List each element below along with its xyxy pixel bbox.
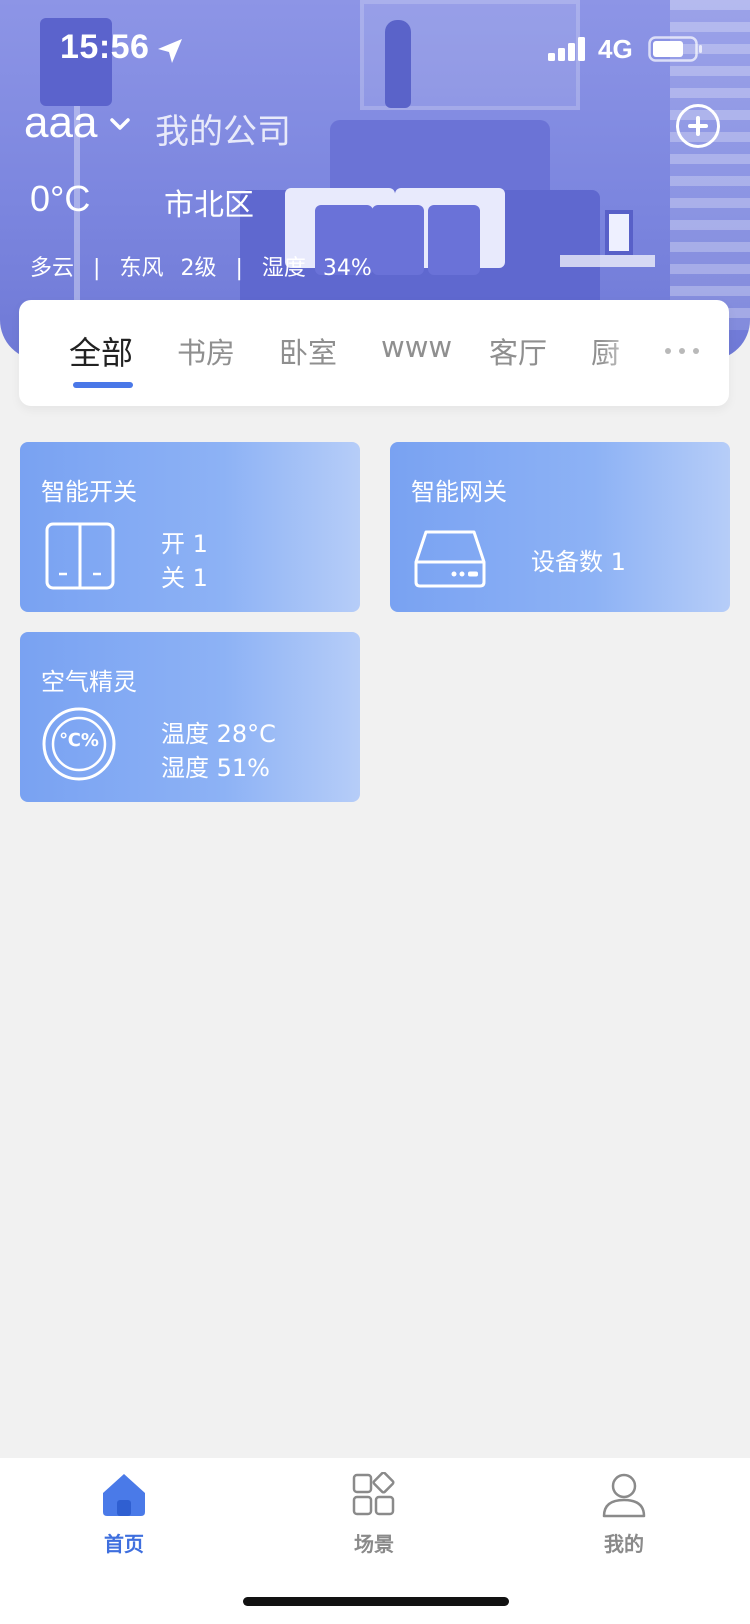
company-name[interactable]: 我的公司 (155, 104, 291, 153)
more-tabs-button[interactable] (655, 326, 715, 376)
device-title: 智能网关 (411, 478, 507, 506)
app-screen: 15:56 4G aaa 我的公司 0°C 市北区 多云 | 东风 2级 | 湿… (0, 0, 750, 1624)
nightstand-decoration (560, 255, 655, 267)
scene-icon (352, 1472, 395, 1516)
sensor-icon-label: ℃% (59, 730, 99, 751)
signal-bars-icon (548, 37, 585, 61)
room-tabs: 全部 书房 卧室 www 客厅 厨 (19, 300, 729, 406)
status-bar: 15:56 4G (0, 0, 750, 100)
tab-study[interactable]: 书房 (177, 330, 235, 372)
tab-www[interactable]: www (381, 330, 452, 364)
nav-scenes[interactable]: 场景 (314, 1472, 434, 1562)
user-switcher[interactable]: aaa (24, 98, 97, 148)
tab-fade-overlay (599, 300, 659, 406)
weather-condition: 多云 (30, 256, 75, 281)
dot-icon (693, 348, 699, 354)
switch-on-count: 开 1 (161, 530, 208, 558)
chevron-down-icon[interactable] (107, 112, 133, 138)
pillow-decoration (372, 205, 424, 275)
dot-icon (665, 348, 671, 354)
add-button[interactable] (676, 104, 720, 148)
gateway-icon (414, 530, 486, 588)
nav-label: 我的 (604, 1532, 644, 1556)
status-time: 15:56 (60, 28, 150, 66)
nav-label: 场景 (354, 1532, 394, 1556)
temperature: 0°C (30, 178, 91, 219)
device-title: 智能开关 (41, 478, 137, 506)
nav-profile[interactable]: 我的 (564, 1472, 684, 1562)
profile-icon (602, 1473, 646, 1518)
weather-info: 多云 | 东风 2级 | 湿度 34% (30, 250, 372, 282)
nav-home[interactable]: 首页 (64, 1472, 184, 1562)
dot-icon (679, 348, 685, 354)
network-type: 4G (598, 34, 633, 64)
location-arrow-icon (158, 39, 182, 63)
humidity-value: 34% (322, 256, 372, 281)
tab-bedroom[interactable]: 卧室 (279, 330, 337, 372)
battery-icon (648, 36, 702, 62)
device-card-air-sensor[interactable]: 空气精灵 ℃% 温度 28°C 湿度 51% (20, 632, 360, 802)
device-card-smart-gateway[interactable]: 智能网关 设备数 1 (390, 442, 730, 612)
weather-separator: | (235, 256, 243, 281)
wind-level: 2级 (180, 256, 217, 281)
sensor-temperature: 温度 28°C (161, 720, 276, 748)
air-sensor-icon: ℃% (41, 706, 117, 782)
device-count: 设备数 1 (531, 548, 626, 576)
active-tab-indicator (73, 382, 133, 388)
sensor-humidity: 湿度 51% (161, 754, 270, 782)
district-name: 市北区 (164, 188, 254, 223)
wind-direction: 东风 (119, 256, 164, 281)
home-indicator[interactable] (243, 1597, 509, 1606)
photo-frame-decoration (605, 210, 633, 255)
switch-panel-icon (45, 522, 115, 590)
home-icon (103, 1474, 145, 1516)
device-card-smart-switch[interactable]: 智能开关 开 1 关 1 (20, 442, 360, 612)
nav-label: 首页 (104, 1532, 144, 1556)
tab-living-room[interactable]: 客厅 (489, 330, 547, 372)
humidity-label: 湿度 (261, 256, 306, 281)
tab-all[interactable]: 全部 (69, 328, 133, 374)
switch-off-count: 关 1 (161, 564, 208, 592)
weather-separator: | (93, 256, 101, 281)
device-title: 空气精灵 (41, 668, 137, 696)
pillow-decoration (428, 205, 480, 275)
